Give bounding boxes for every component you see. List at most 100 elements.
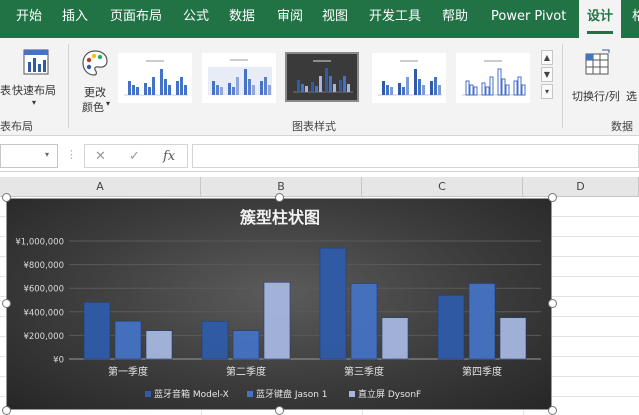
tab-review[interactable]: 审阅: [277, 0, 303, 38]
x-tick-label: 第二季度: [226, 365, 266, 378]
column-header-d[interactable]: D: [523, 177, 639, 197]
y-tick-label: ¥1,000,000: [15, 238, 64, 248]
column-label: D: [576, 180, 585, 193]
chart-title: 簇型柱状图: [239, 208, 320, 227]
chart-bar: [350, 283, 378, 360]
chevron-up-icon[interactable]: ▲: [541, 50, 553, 65]
resize-handle[interactable]: [548, 193, 557, 202]
x-tick-label: 第一季度: [108, 365, 148, 378]
chart-styles-group-label: 图表样式: [292, 120, 336, 133]
tab-power-pivot[interactable]: Power Pivot: [491, 0, 566, 38]
chart-area[interactable]: 簇型柱状图 ¥0 ¥200,000 ¥400,000 ¥600,000 ¥800,000 ¥…: [6, 198, 552, 410]
chevron-down-icon: ▾: [106, 99, 111, 108]
legend-swatch: [349, 391, 355, 397]
column-header-c[interactable]: C: [362, 177, 523, 197]
chart-bar: [319, 247, 347, 360]
y-tick-label: ¥0: [53, 356, 64, 366]
tab-format[interactable]: 格: [632, 0, 639, 38]
group-divider: [68, 44, 69, 128]
more-styles-icon[interactable]: ▾: [541, 84, 553, 99]
chart-bar: [381, 317, 409, 360]
y-tick-label: ¥600,000: [23, 285, 64, 295]
x-tick-label: 第四季度: [462, 365, 502, 378]
y-tick-label: ¥400,000: [23, 308, 64, 318]
chart-bar: [145, 330, 173, 360]
chart-style-option[interactable]: [371, 52, 446, 103]
column-label: A: [96, 180, 104, 193]
formula-input[interactable]: [192, 144, 639, 168]
drag-handle-icon[interactable]: ⋮: [66, 148, 77, 161]
change-colors-label-2: 颜色: [82, 101, 104, 114]
resize-handle[interactable]: [548, 299, 557, 308]
chevron-down-icon[interactable]: ▾: [45, 150, 49, 159]
legend-label: 蓝牙键盘 Jason 1: [256, 388, 328, 400]
quick-layout-button[interactable]: 快速布局 ▾: [12, 46, 60, 114]
tab-data[interactable]: 数据: [229, 0, 255, 38]
add-chart-element-partial[interactable]: 表: [0, 82, 11, 98]
chart-bar: [499, 317, 527, 360]
quick-layout-label: 快速布局: [12, 84, 56, 97]
palette-icon: [82, 50, 108, 76]
change-colors-label-1: 更改: [84, 86, 106, 99]
group-divider: [562, 44, 563, 128]
chart-style-option[interactable]: [455, 52, 530, 103]
ribbon-panel: 表 快速布局 ▾ 表布局 更改 颜色 ▾ ▲ ▼ ▾ 图表样式 切换行/列 选 …: [0, 38, 639, 136]
chart-bar: [232, 330, 260, 360]
resize-handle[interactable]: [275, 406, 284, 415]
chart-style-preview: [287, 54, 357, 100]
legend-label: 蓝牙音箱 Model-X: [154, 388, 229, 400]
chart-layouts-group-label: 表布局: [0, 120, 33, 133]
cancel-icon[interactable]: ✕: [95, 149, 106, 164]
chart-style-preview: [372, 53, 446, 103]
tab-formulas[interactable]: 公式: [183, 0, 209, 38]
resize-handle[interactable]: [548, 406, 557, 415]
chevron-down-icon: ▾: [32, 98, 37, 107]
tab-page-layout[interactable]: 页面布局: [110, 0, 162, 38]
tab-developer[interactable]: 开发工具: [369, 0, 421, 38]
chart-bar: [468, 283, 496, 360]
name-box[interactable]: ▾: [0, 144, 58, 168]
chevron-down-icon[interactable]: ▼: [541, 67, 553, 82]
resize-handle[interactable]: [2, 193, 11, 202]
change-colors-button[interactable]: 更改 颜色 ▾: [76, 46, 116, 114]
tab-home[interactable]: 开始: [16, 0, 42, 38]
y-tick-label: ¥200,000: [23, 332, 64, 342]
tab-help[interactable]: 帮助: [442, 0, 468, 38]
chart-style-preview: [456, 53, 530, 103]
enter-icon[interactable]: ✓: [129, 149, 140, 164]
legend-swatch: [145, 391, 151, 397]
column-label: C: [438, 180, 446, 193]
tab-design[interactable]: 设计: [579, 0, 622, 38]
resize-handle[interactable]: [2, 406, 11, 415]
legend-label: 直立屏 DysonF: [358, 388, 421, 400]
clustered-column-chart: 簇型柱状图 ¥0 ¥200,000 ¥400,000 ¥600,000 ¥800,000 ¥…: [15, 208, 541, 400]
switch-row-column-icon: [585, 49, 610, 75]
chart-style-option[interactable]: [201, 52, 276, 103]
column-header-a[interactable]: A: [0, 177, 201, 197]
legend-swatch: [247, 391, 253, 397]
chart-style-option-selected[interactable]: [285, 52, 359, 102]
select-data-partial[interactable]: 选: [626, 88, 637, 104]
y-tick-label: ¥800,000: [23, 261, 64, 271]
switch-row-column-button[interactable]: 切换行/列: [570, 46, 626, 114]
x-tick-label: 第三季度: [344, 365, 384, 378]
formula-bar: ▾ ⋮ ✕ ✓ fx: [0, 140, 639, 172]
chart-bar: [83, 302, 111, 360]
tab-view[interactable]: 视图: [322, 0, 348, 38]
ribbon-tab-bar: 开始 插入 页面布局 公式 数据 审阅 视图 开发工具 帮助 Power Piv…: [0, 0, 639, 38]
data-group-label: 数据: [611, 120, 633, 133]
insert-function-icon[interactable]: fx: [163, 149, 175, 164]
chart-style-preview: [202, 53, 276, 103]
chart-style-preview: [118, 53, 192, 103]
formula-buttons: ✕ ✓ fx: [84, 144, 188, 168]
switch-row-column-label: 切换行/列: [572, 90, 620, 103]
column-header-bar: A B C D: [0, 177, 639, 197]
chart-bar: [201, 320, 229, 360]
tab-insert[interactable]: 插入: [62, 0, 88, 38]
resize-handle[interactable]: [2, 299, 11, 308]
chart-style-option[interactable]: [117, 52, 192, 103]
chart-bar: [263, 282, 291, 360]
column-label: B: [277, 180, 285, 193]
chart-bar: [114, 320, 142, 360]
resize-handle[interactable]: [275, 193, 284, 202]
